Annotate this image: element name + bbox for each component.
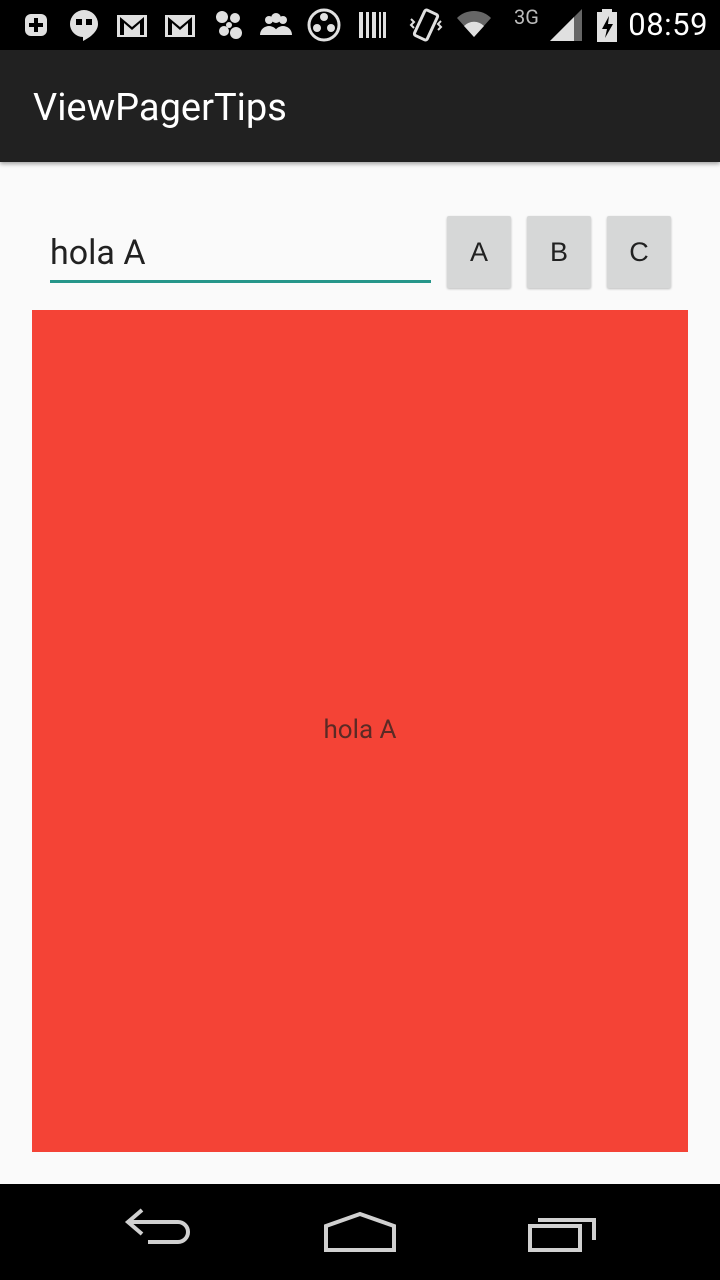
hangouts-icon	[66, 7, 102, 43]
text-field[interactable]	[50, 226, 431, 284]
gmail-icon	[114, 7, 150, 43]
tab-c-button[interactable]: C	[607, 216, 671, 288]
text-input[interactable]	[50, 226, 431, 280]
app-bar: ViewPagerTips	[0, 50, 720, 162]
home-icon[interactable]	[312, 1200, 408, 1264]
battery-icon	[590, 7, 626, 43]
barcode-icon	[354, 7, 390, 43]
input-underline	[50, 280, 431, 283]
gmail-icon	[162, 7, 198, 43]
status-clock: 08:59	[628, 6, 708, 43]
tab-b-button[interactable]: B	[527, 216, 591, 288]
tab-a-button[interactable]: A	[447, 216, 511, 288]
signal-icon	[548, 7, 584, 43]
page-text: hola A	[323, 715, 397, 745]
back-icon[interactable]	[112, 1200, 208, 1264]
reel-icon	[306, 7, 342, 43]
add-icon	[18, 7, 54, 43]
network-type-label: 3G	[514, 5, 539, 29]
vibrate-icon	[408, 7, 444, 43]
navigation-bar	[0, 1184, 720, 1280]
status-bar: 3G 08:59	[0, 0, 720, 50]
recent-apps-icon[interactable]	[512, 1200, 608, 1264]
pinwheel-icon	[210, 7, 246, 43]
wifi-icon	[456, 7, 492, 43]
app-title: ViewPagerTips	[33, 86, 287, 130]
people-icon	[258, 7, 294, 43]
